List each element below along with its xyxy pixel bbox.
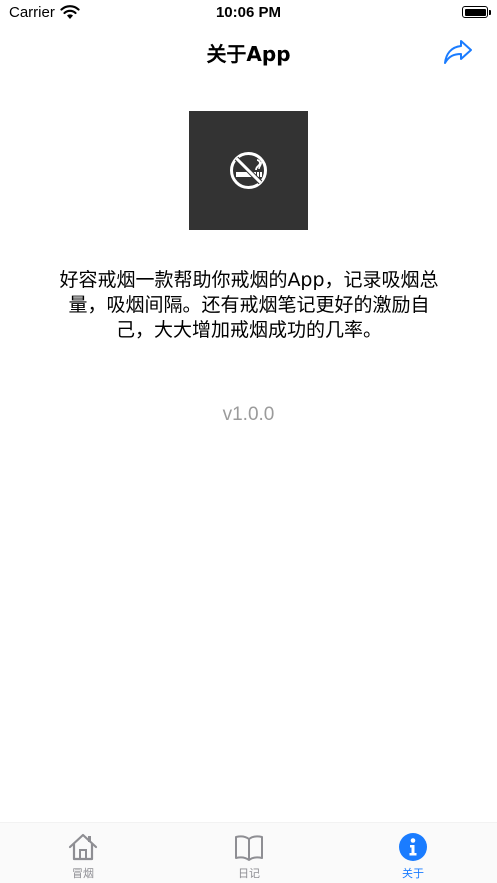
share-button[interactable]: [443, 38, 473, 66]
tab-bar: 冒烟 日记 关于: [0, 822, 497, 883]
battery-icon: [462, 6, 491, 18]
app-icon: [189, 111, 308, 230]
book-icon: [235, 835, 263, 861]
navigation-bar: 关于App: [0, 26, 497, 76]
about-screen: Carrier 10:06 PM 关于App 好容戒烟一款帮助你戒烟的App，记…: [0, 0, 497, 883]
status-bar: Carrier 10:06 PM: [0, 0, 497, 26]
share-arrow-icon: [444, 40, 472, 64]
house-icon: [68, 833, 98, 861]
tab-about-label: 关于: [402, 867, 424, 880]
page-title: 关于App: [206, 42, 291, 66]
tab-smoke-label: 冒烟: [72, 867, 94, 880]
status-time: 10:06 PM: [215, 4, 282, 21]
tab-smoke[interactable]: 冒烟: [23, 823, 143, 883]
version-label: v1.0.0: [222, 404, 275, 425]
tab-diary[interactable]: 日记: [189, 823, 309, 883]
app-description: 好容戒烟一款帮助你戒烟的App，记录吸烟总量，吸烟间隔。还有戒烟笔记更好的激励自…: [59, 269, 439, 341]
tab-diary-label: 日记: [238, 867, 260, 880]
tab-about[interactable]: 关于: [353, 823, 473, 883]
no-smoking-icon: [230, 152, 267, 189]
info-icon: [399, 833, 427, 861]
